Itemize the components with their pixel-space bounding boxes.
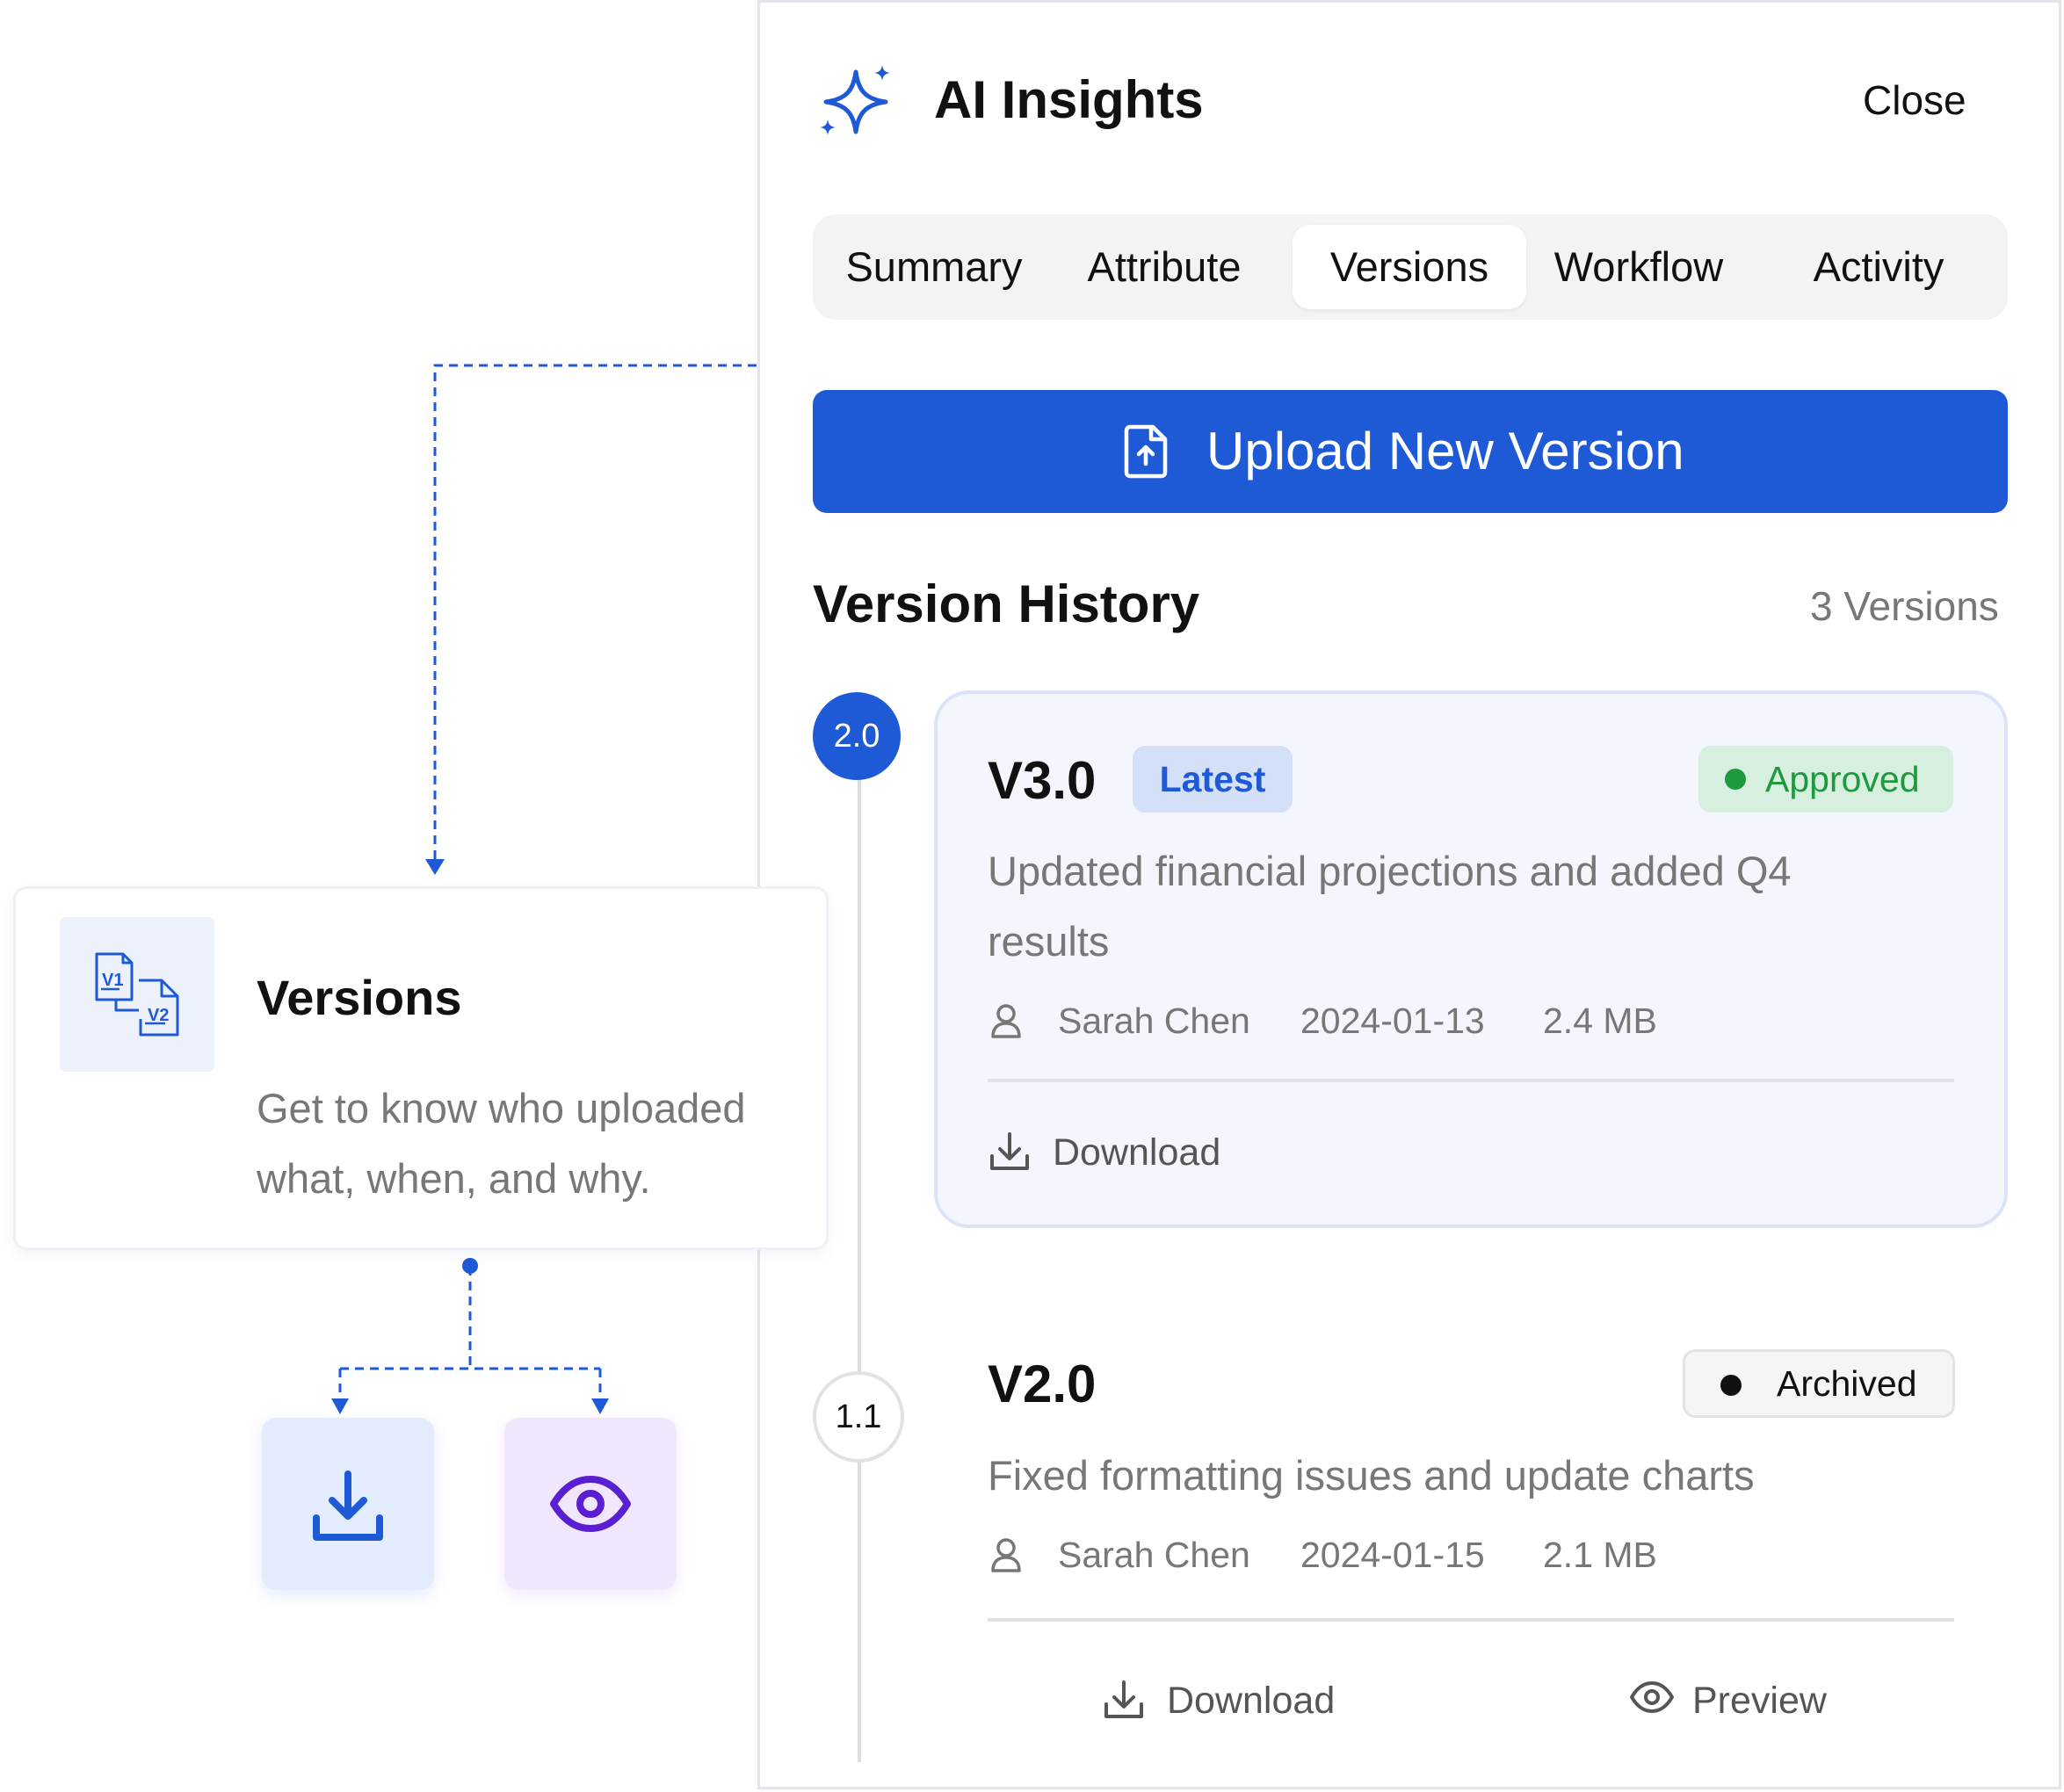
version-author: Sarah Chen — [1058, 1535, 1250, 1575]
icon-v1-text: V1 — [102, 971, 123, 990]
version-date: 2024-01-13 — [1300, 1001, 1485, 1041]
status-dot — [1725, 769, 1746, 790]
tab-activity[interactable]: Activity — [1779, 225, 1978, 309]
status-dot — [1720, 1375, 1742, 1396]
versions-files-icon: V1 V2 — [60, 917, 214, 1072]
version-description: Fixed formatting issues and update chart… — [988, 1452, 1755, 1499]
user-icon — [989, 1536, 1024, 1573]
version-description-line2: results — [988, 918, 1110, 965]
version-size: 2.4 MB — [1543, 1001, 1657, 1041]
card-divider — [988, 1079, 1954, 1082]
callout-title: Versions — [257, 970, 462, 1025]
version-date: 2024-01-15 — [1300, 1535, 1485, 1575]
close-button[interactable]: Close — [1863, 74, 1966, 126]
upload-button-label: Upload New Version — [1206, 422, 1684, 481]
download-label: Download — [1167, 1680, 1336, 1722]
status-label: Archived — [1777, 1363, 1917, 1404]
tab-bar: Summary Attribute Versions Workflow Acti… — [813, 214, 2008, 320]
tab-versions[interactable]: Versions — [1293, 225, 1526, 309]
download-icon — [988, 1130, 1032, 1174]
status-badge-archived: Archived — [1683, 1349, 1955, 1418]
card-divider — [988, 1618, 1954, 1622]
tab-attribute[interactable]: Attribute — [1055, 225, 1273, 309]
status-badge-approved: Approved — [1698, 746, 1953, 813]
preview-feature-tile — [504, 1418, 677, 1590]
eye-icon — [550, 1474, 631, 1534]
version-author: Sarah Chen — [1058, 1001, 1250, 1041]
icon-v2-text: V2 — [148, 1006, 169, 1025]
version-title: V3.0 — [988, 751, 1097, 810]
preview-button[interactable]: Preview — [1629, 1676, 1849, 1729]
timeline-node-current: 2.0 — [813, 692, 901, 780]
timeline-line — [858, 734, 861, 1762]
latest-badge: Latest — [1133, 746, 1293, 813]
upload-new-version-button[interactable]: Upload New Version — [813, 390, 2008, 513]
sparkle-icon — [817, 63, 894, 141]
download-feature-tile — [262, 1418, 434, 1590]
file-upload-icon — [1119, 423, 1172, 480]
timeline-node-previous: 1.1 — [813, 1371, 904, 1463]
download-label: Download — [1053, 1131, 1221, 1174]
version-size: 2.1 MB — [1543, 1535, 1657, 1575]
download-button[interactable]: Download — [1102, 1676, 1357, 1729]
version-title: V2.0 — [988, 1355, 1097, 1413]
download-button[interactable]: Download — [988, 1128, 1242, 1181]
download-icon — [1102, 1678, 1146, 1722]
version-history-title: Version History — [813, 574, 1200, 633]
download-icon — [309, 1467, 387, 1544]
preview-label: Preview — [1692, 1680, 1827, 1722]
callout-description-line1: Get to know who uploaded — [257, 1085, 746, 1131]
version-description-line1: Updated financial projections and added … — [988, 848, 1792, 894]
tab-summary[interactable]: Summary — [830, 225, 1038, 309]
version-count: 3 Versions — [1810, 583, 1999, 629]
panel-title: AI Insights — [934, 70, 1204, 129]
tab-workflow[interactable]: Workflow — [1533, 225, 1744, 309]
user-icon — [989, 1002, 1024, 1039]
status-label: Approved — [1765, 759, 1920, 799]
callout-description-line2: what, when, and why. — [257, 1155, 651, 1202]
eye-icon — [1629, 1680, 1675, 1715]
